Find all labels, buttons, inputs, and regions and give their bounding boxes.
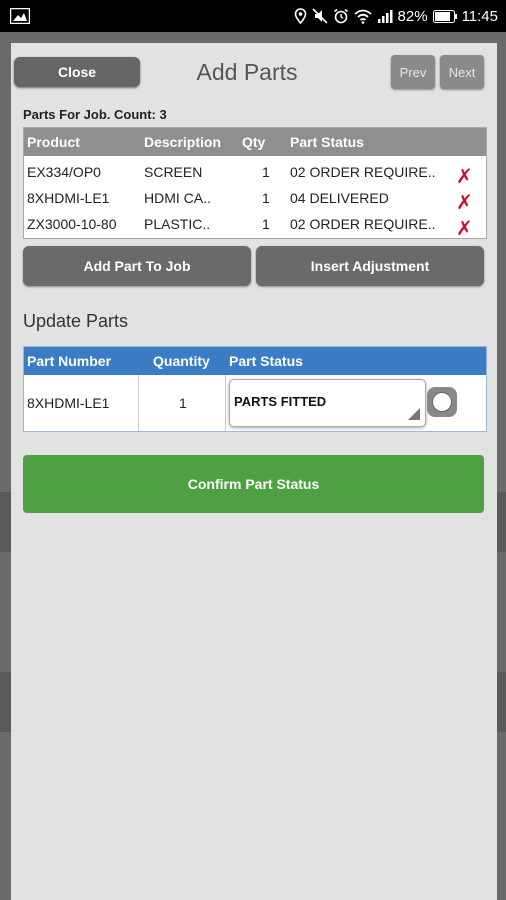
column-header-product: Product (27, 134, 80, 150)
insert-adjustment-button[interactable]: Insert Adjustment (256, 246, 484, 286)
part-number-value: 8XHDMI-LE1 (27, 395, 110, 411)
part-status-select[interactable]: PARTS FITTED (229, 379, 426, 427)
description-cell: HDMI CA.. (144, 190, 211, 206)
update-parts-table: Part Number Quantity Part Status 8XHDMI-… (23, 346, 487, 432)
signal-icon (377, 10, 393, 23)
table-row[interactable]: 8XHDMI-LE1 HDMI CA.. 1 04 DELIVERED ✗ (24, 185, 486, 214)
qty-cell: 1 (262, 216, 270, 232)
parts-count-label: Parts For Job. Count: 3 (23, 107, 167, 122)
quantity-value: 1 (179, 395, 187, 411)
status-cell: 02 ORDER REQUIRE.. (290, 216, 436, 232)
gallery-notification-icon (10, 8, 30, 24)
column-header-part-number: Part Number (27, 353, 112, 369)
part-status-selected-value: PARTS FITTED (234, 394, 327, 409)
status-cell: 04 DELIVERED (290, 190, 389, 206)
mute-icon (311, 8, 328, 24)
table-row[interactable]: ZX3000-10-80 PLASTIC.. 1 02 ORDER REQUIR… (24, 211, 486, 240)
description-cell: PLASTIC.. (144, 216, 211, 232)
location-icon (294, 8, 306, 24)
column-header-part-status: Part Status (290, 134, 364, 150)
battery-percent: 82% (397, 7, 428, 25)
update-table-header: Part Number Quantity Part Status (24, 347, 486, 375)
dialog-title: Add Parts (196, 59, 298, 85)
add-parts-dialog: Close Add Parts Prev Next Parts For Job.… (11, 43, 497, 900)
delete-icon[interactable]: ✗ (456, 216, 473, 240)
product-cell: 8XHDMI-LE1 (27, 190, 110, 206)
update-parts-heading: Update Parts (23, 311, 129, 331)
column-divider (138, 375, 139, 431)
next-button[interactable]: Next (440, 55, 484, 89)
status-radio-button[interactable] (427, 387, 457, 417)
table-row[interactable]: EX334/OP0 SCREEN 1 02 ORDER REQUIRE.. ✗ (24, 159, 486, 188)
column-header-update-status: Part Status (229, 353, 303, 369)
clock: 11:45 (461, 7, 498, 25)
wifi-icon (353, 9, 372, 24)
status-bar: 82% 11:45 (0, 0, 506, 32)
parts-table: Product Description Qty Part Status EX33… (23, 127, 487, 240)
prev-button[interactable]: Prev (391, 55, 435, 89)
confirm-part-status-button[interactable]: Confirm Part Status (23, 455, 484, 513)
parts-table-header: Product Description Qty Part Status (24, 128, 486, 156)
column-divider (225, 375, 226, 431)
qty-cell: 1 (262, 190, 270, 206)
qty-cell: 1 (262, 164, 270, 180)
column-header-description: Description (144, 134, 222, 150)
status-cell: 02 ORDER REQUIRE.. (290, 164, 436, 180)
battery-icon (432, 9, 457, 23)
radio-circle-icon (432, 392, 452, 412)
dropdown-corner-icon (408, 408, 420, 420)
product-cell: ZX3000-10-80 (27, 216, 117, 232)
add-part-to-job-button[interactable]: Add Part To Job (23, 246, 251, 286)
close-button[interactable]: Close (14, 57, 140, 87)
alarm-icon (333, 8, 348, 24)
product-cell: EX334/OP0 (27, 164, 101, 180)
column-header-quantity: Quantity (153, 353, 210, 369)
description-cell: SCREEN (144, 164, 203, 180)
column-header-qty: Qty (242, 134, 266, 150)
